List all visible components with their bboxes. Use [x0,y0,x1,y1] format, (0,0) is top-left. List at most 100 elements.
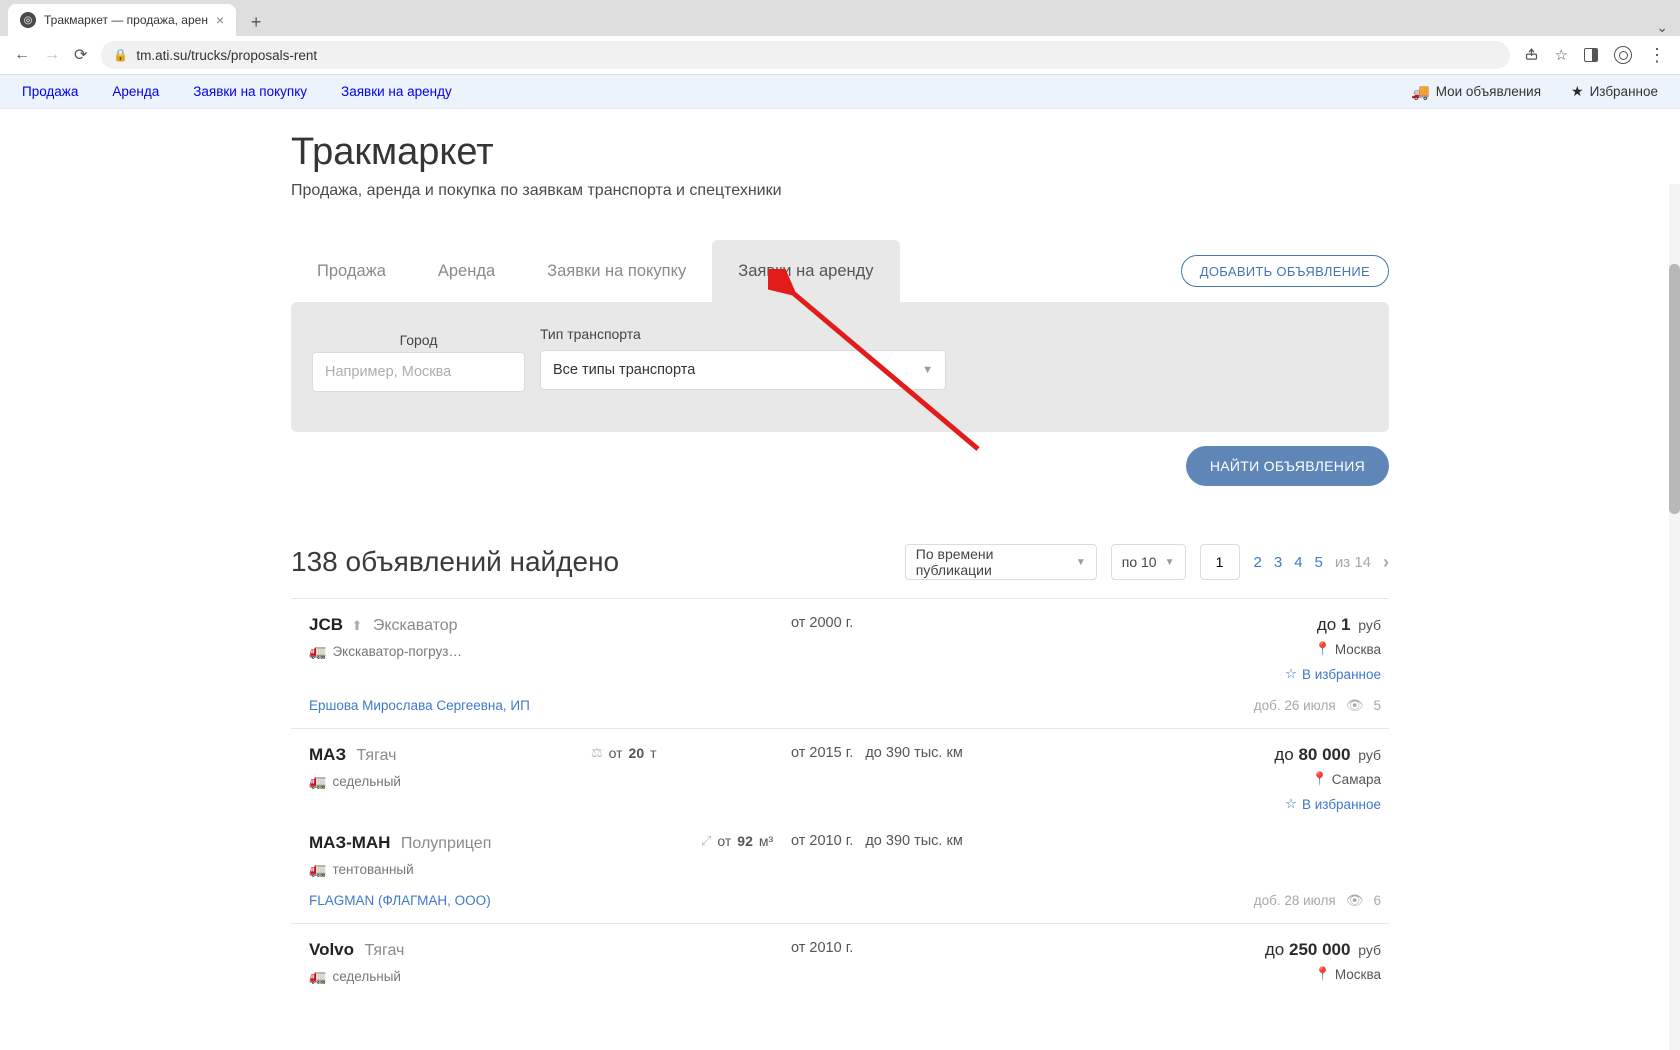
menu-icon[interactable]: ⋮ [1648,45,1666,66]
page-subtitle: Продажа, аренда и покупка по заявкам тра… [291,182,1389,200]
listing-body: тентованный [332,862,413,877]
pagination: 2 3 4 5 из 14 › [1254,552,1389,573]
tab-rent-requests[interactable]: Заявки на аренду [712,240,899,302]
page-link-3[interactable]: 3 [1274,554,1282,571]
favicon-icon: ◎ [20,12,36,28]
truck-icon: 🚛 [309,861,326,878]
page-link-2[interactable]: 2 [1254,554,1262,571]
browser-tab[interactable]: ◎ Тракмаркет — продажа, арен × [8,4,236,36]
page-of-label: из 14 [1335,554,1371,571]
new-tab-button[interactable]: + [242,8,270,36]
listing-city: 📍 Москва [1315,641,1381,657]
lock-icon: 🔒 [113,48,128,62]
nav-favorites-label: Избранное [1590,84,1658,99]
page-link-4[interactable]: 4 [1294,554,1302,571]
listing-brand: JCB [309,615,343,634]
filter-panel: Город Тип транспорта Все типы транспорта… [291,302,1389,432]
listing-year: от 2010 г. [791,940,853,956]
filter-type-label: Тип транспорта [540,326,946,342]
truck-icon: 🚚 [1411,83,1430,101]
results-count: 138 объявлений найдено [291,546,619,578]
bookmark-star-icon[interactable]: ☆ [1555,46,1568,64]
per-page-select[interactable]: по 10 ▼ [1111,544,1186,580]
close-icon[interactable]: × [216,12,224,28]
add-listing-button[interactable]: ДОБАВИТЬ ОБЪЯВЛЕНИЕ [1181,255,1389,287]
nav-rent-req[interactable]: Заявки на аренду [341,84,452,99]
listing-price: до 1 руб [1011,615,1381,635]
listing-views: 5 [1373,698,1381,713]
nav-sale[interactable]: Продажа [22,84,78,99]
nav-my-ads-label: Мои объявления [1436,84,1541,99]
listing-body: седельный [332,774,401,789]
tab-rent[interactable]: Аренда [412,240,521,302]
results-header: 138 объявлений найдено По времени публик… [291,540,1389,584]
listing-owner[interactable]: FLAGMAN (ФЛАГМАН, ООО) [309,893,491,908]
page-link-5[interactable]: 5 [1315,554,1323,571]
listing-mileage: до 390 тыс. км [865,833,962,849]
find-listings-button[interactable]: НАЙТИ ОБЪЯВЛЕНИЯ [1186,446,1389,486]
listing-year: от 2000 г. [791,615,853,631]
sort-value: По времени публикации [916,546,1068,578]
listing-price: до 80 000 руб [1011,745,1381,765]
listing-kind: Полуприцеп [401,835,491,852]
reload-button[interactable]: ⟳ [74,45,87,65]
sort-select[interactable]: По времени публикации ▼ [905,544,1097,580]
filter-type-select[interactable]: Все типы транспорта ▼ [540,350,946,390]
listing-city: 📍 Самара [1312,771,1381,787]
back-button[interactable]: ← [14,46,30,64]
filter-city-input[interactable] [312,352,525,392]
truck-icon: 🚛 [309,773,326,790]
listing-body: седельный [332,969,401,984]
listing-owner[interactable]: Ершова Мирослава Сергеевна, ИП [309,698,530,713]
per-page-value: по 10 [1122,554,1157,570]
eye-icon: 👁 [1346,892,1364,909]
upload-icon: ⬆ [351,618,362,633]
tab-buy-requests[interactable]: Заявки на покупку [521,240,712,302]
listing-body: Экскаватор-погруз… [332,644,462,659]
eye-icon: 👁 [1346,697,1364,714]
scrollbar-thumb[interactable] [1669,264,1680,514]
url-text: tm.ati.su/trucks/proposals-rent [136,48,317,63]
listing-views: 6 [1373,893,1381,908]
profile-icon[interactable] [1614,46,1632,64]
tabs-overflow-icon[interactable]: ⌄ [1656,19,1668,36]
nav-my-ads[interactable]: 🚚 Мои объявления [1411,83,1541,101]
page-number-input[interactable] [1200,544,1240,580]
page-scroll[interactable]: Тракмаркет Продажа, аренда и покупка по … [0,109,1680,1050]
pin-icon: 📍 [1315,966,1331,982]
listing-row[interactable]: JCB ⬆ Экскаватор 🚛 Экскаватор-погруз… от… [291,598,1389,728]
nav-buy-req[interactable]: Заявки на покупку [193,84,307,99]
page-next-button[interactable]: › [1383,552,1389,573]
panels-icon[interactable] [1584,48,1598,62]
listing-kind: Экскаватор [373,617,458,634]
url-box[interactable]: 🔒 tm.ati.su/trucks/proposals-rent [101,41,1509,69]
listing-price: до 250 000 руб [1011,940,1381,960]
tab-title: Тракмаркет — продажа, арен [44,13,208,27]
forward-button[interactable]: → [44,46,60,64]
tab-sale[interactable]: Продажа [291,240,412,302]
add-to-favorites[interactable]: ☆ В избранное [1285,796,1381,812]
add-to-favorites[interactable]: ☆ В избранное [1285,666,1381,682]
listing-added: доб. 26 июля [1254,698,1336,713]
truck-icon: 🚛 [309,968,326,985]
share-icon[interactable] [1524,46,1539,65]
listing-year: от 2015 г. [791,745,853,761]
nav-favorites[interactable]: ★ Избранное [1571,83,1658,100]
content-tabs: Продажа Аренда Заявки на покупку Заявки … [291,240,1389,302]
pin-icon: 📍 [1315,641,1331,657]
star-outline-icon: ☆ [1285,796,1297,812]
listing-mileage: до 390 тыс. км [865,745,962,761]
truck-icon: 🚛 [309,643,326,660]
filter-type-value: Все типы транспорта [553,362,695,378]
pin-icon: 📍 [1312,771,1328,787]
listing-row[interactable]: Volvo Тягач 🚛 седельный от 2010 г. до [291,923,1389,999]
filter-type-field: Тип транспорта Все типы транспорта ▼ [540,326,946,392]
listing-kind: Тягач [364,942,404,959]
chevron-down-icon: ▼ [922,364,933,376]
listing-row[interactable]: МАЗ Тягач 🚛 седельный ⚖ от 20 т [291,728,1389,923]
site-nav: Продажа Аренда Заявки на покупку Заявки … [0,75,1680,109]
nav-rent[interactable]: Аренда [112,84,159,99]
volume-icon: ⤢ [701,833,711,849]
listing-kind: Тягач [357,747,397,764]
star-icon: ★ [1571,83,1584,100]
